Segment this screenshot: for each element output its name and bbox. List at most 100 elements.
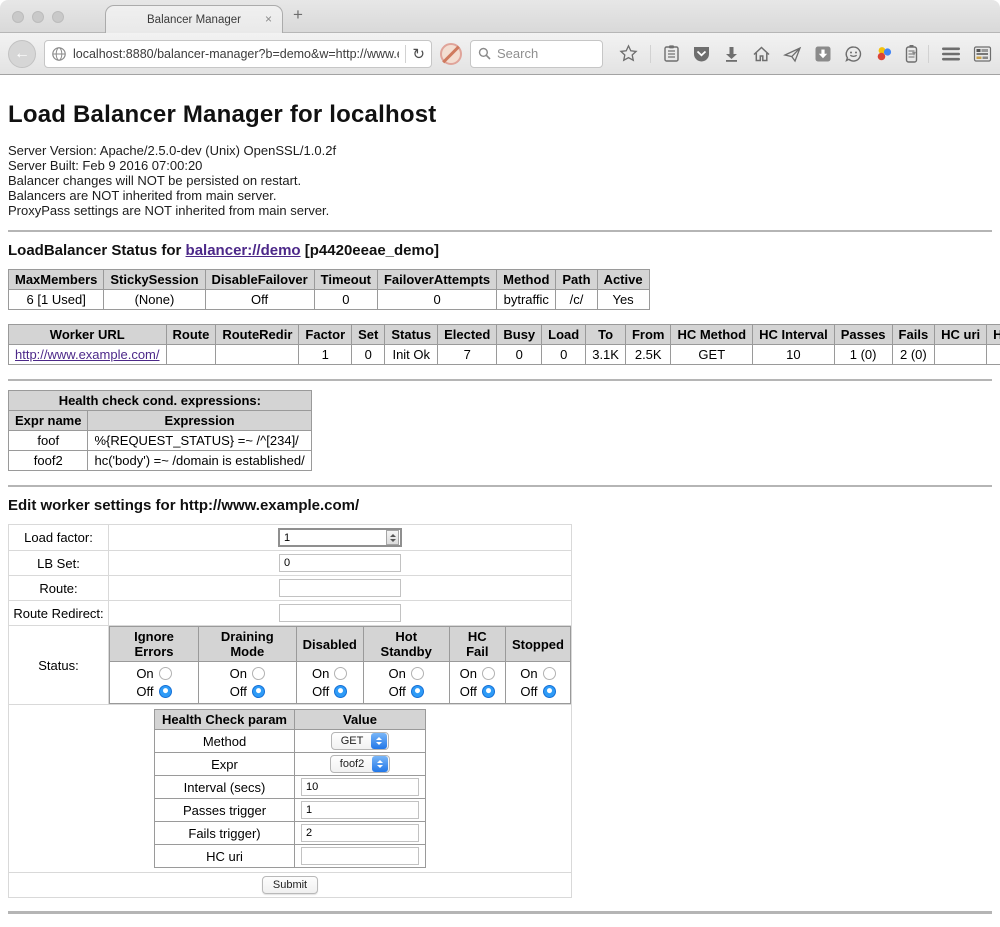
off-radio-ignore-errors[interactable] [159,685,172,698]
download-icon[interactable] [723,45,740,63]
on-radio-ignore-errors[interactable] [159,667,172,680]
worker-cell [166,345,216,365]
back-button[interactable]: ← [8,40,36,68]
load-factor-input[interactable] [280,532,386,544]
radio-label: On [136,666,153,681]
route-redirect-input[interactable] [279,604,401,622]
passes-trigger-input[interactable] [301,801,419,819]
on-radio-hc-fail[interactable] [482,667,495,680]
close-window-button[interactable] [12,11,24,23]
data-cell: (None) [104,290,205,310]
off-radio-stopped[interactable] [543,685,556,698]
radio-label: On [230,666,247,681]
radio-label: Off [460,684,477,699]
lb-set-input[interactable] [279,554,401,572]
server-info-line: ProxyPass settings are NOT inherited fro… [8,203,992,218]
status-radio-cell: OnOff [363,662,449,704]
container-battery-icon[interactable]: ▾ [905,44,916,63]
column-header: To [586,325,626,345]
url-text[interactable]: localhost:8880/balancer-manager?b=demo&w… [73,47,399,61]
off-radio-draining-mode[interactable] [252,685,265,698]
search-placeholder[interactable]: Search [497,46,538,61]
on-radio-draining-mode[interactable] [252,667,265,680]
column-header: Elected [438,325,497,345]
toolbar-divider-2 [928,45,929,63]
method-select[interactable]: GET [331,732,390,750]
adblock-disabled-icon[interactable] [440,43,462,65]
balancer-demo-link[interactable]: balancer://demo [186,242,301,259]
browser-tab[interactable]: Balancer Manager × [105,5,283,33]
hc-param-value-cell [295,776,426,799]
status-column-header: HC Fail [449,627,505,662]
hc-uri-input[interactable] [301,847,419,865]
column-header: Status [385,325,438,345]
number-spinner-icon[interactable] [386,530,399,545]
column-header: Timeout [314,270,377,290]
on-radio-stopped[interactable] [543,667,556,680]
column-header: Health Check param [155,710,295,730]
pocket-icon[interactable] [692,45,711,63]
data-cell: 6 [1 Used] [9,290,104,310]
column-header: Busy [497,325,542,345]
radio-label: Off [520,684,537,699]
interval-secs-input[interactable] [301,778,419,796]
send-plane-icon[interactable] [783,45,802,63]
divider [8,230,992,232]
data-cell: 0 [377,290,496,310]
hc-param-label: HC uri [155,845,295,868]
expr-select[interactable]: foof2 [330,755,390,773]
window-controls[interactable] [12,11,64,23]
divider [8,379,992,381]
fails-trigger-input[interactable] [301,824,419,842]
search-bar[interactable]: Search [470,40,603,68]
menu-hamburger-icon[interactable] [941,46,961,62]
bookmark-star-icon[interactable] [619,44,638,63]
radio-label: Off [136,684,153,699]
colored-dots-addon-icon[interactable] [875,45,893,63]
edit-worker-heading: Edit worker settings for http://www.exam… [8,497,992,514]
globe-icon[interactable] [51,46,67,62]
tab-title: Balancer Manager [147,14,241,26]
column-header: FailoverAttempts [377,270,496,290]
off-radio-disabled[interactable] [334,685,347,698]
route-redirect-row: Route Redirect: [9,601,572,626]
status-radio-cell: OnOff [505,662,570,704]
status-column-header: Disabled [296,627,363,662]
load-factor-field[interactable] [278,528,402,547]
column-header: HC Method [671,325,753,345]
grid-addon-icon[interactable] [973,45,992,63]
off-radio-hc-fail[interactable] [482,685,495,698]
minimize-window-button[interactable] [32,11,44,23]
addon-download-icon[interactable] [814,45,832,63]
balancer-status-table: MaxMembersStickySessionDisableFailoverTi… [8,269,650,310]
new-tab-button[interactable]: + [293,5,303,25]
reload-icon[interactable]: ↻ [412,45,425,63]
on-radio-disabled[interactable] [334,667,347,680]
tab-bar: Balancer Manager × + [0,0,1000,33]
hc-param-row: Passes trigger [155,799,426,822]
feedback-smiley-icon[interactable] [844,45,863,63]
select-stepper-icon[interactable] [371,733,387,749]
chevron-down-icon[interactable]: ▾ [912,49,916,58]
worker-cell: 10 [753,345,835,365]
hc-param-label: Method [155,730,295,753]
column-header: Load [542,325,586,345]
worker-cell: 7 [438,345,497,365]
on-radio-hot-standby[interactable] [411,667,424,680]
worker-url-link[interactable]: http://www.example.com/ [15,347,160,362]
select-value: foof2 [340,758,364,770]
route-input[interactable] [279,579,401,597]
zoom-window-button[interactable] [52,11,64,23]
select-stepper-icon[interactable] [372,756,388,772]
health-check-expressions-table: Health check cond. expressions: Expr nam… [8,390,312,471]
column-header: Route [166,325,216,345]
submit-button[interactable]: Submit [262,876,318,894]
url-bar[interactable]: localhost:8880/balancer-manager?b=demo&w… [44,40,432,68]
off-radio-hot-standby[interactable] [411,685,424,698]
home-icon[interactable] [752,45,771,63]
worker-cell: http://www.example.com/ [9,345,167,365]
clipboard-icon[interactable] [663,44,680,63]
tab-close-icon[interactable]: × [265,12,272,26]
divider [8,911,992,914]
hc-param-value-cell [295,822,426,845]
